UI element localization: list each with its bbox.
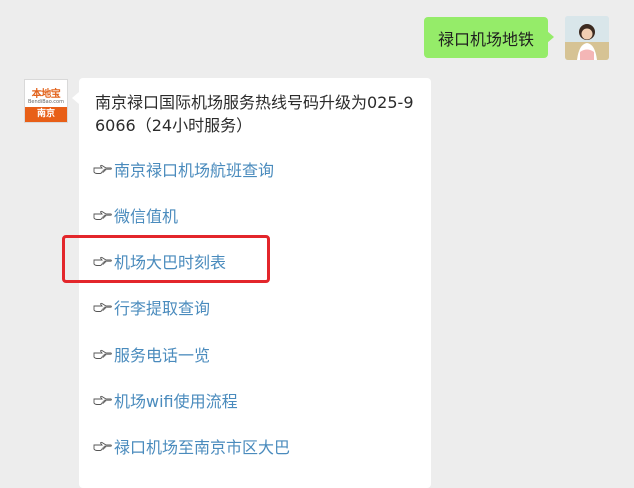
user-avatar-photo [565,16,609,60]
reply-intro-text: 南京禄口国际机场服务热线号码升级为025-96066（24小时服务） [95,93,414,135]
pointing-hand-icon [93,441,112,452]
pointing-hand-icon [93,164,112,175]
pointing-hand-icon [93,349,112,360]
link-label: 服务电话一览 [114,346,211,365]
link-airport-to-city-bus[interactable]: 禄口机场至南京市区大巴 [93,434,290,458]
official-account-avatar[interactable]: 本地宝 BendiBao.com 南京 [24,79,68,123]
link-service-phones[interactable]: 服务电话一览 [93,342,210,366]
link-label: 南京禄口机场航班查询 [114,161,275,180]
link-label: 机场wifi使用流程 [114,392,238,411]
link-label: 微信值机 [114,207,179,226]
link-flight-query[interactable]: 南京禄口机场航班查询 [93,157,274,181]
avatar-brand-text: 本地宝 [31,89,61,100]
avatar-city-text: 南京 [25,107,67,122]
incoming-message-bubble: 南京禄口国际机场服务热线号码升级为025-96066（24小时服务） 南京禄口机… [72,78,431,488]
highlight-annotation-box [62,235,270,283]
user-avatar[interactable] [565,16,609,60]
link-label: 禄口机场至南京市区大巴 [114,438,291,457]
pointing-hand-icon [93,302,112,313]
pointing-hand-icon [93,395,112,406]
link-wechat-checkin[interactable]: 微信值机 [93,203,178,227]
outgoing-message-bubble[interactable]: 禄口机场地铁 [424,17,555,58]
pointing-hand-icon [93,210,112,221]
link-label: 行李提取查询 [114,299,211,318]
outgoing-message-text: 禄口机场地铁 [438,29,535,49]
link-airport-wifi[interactable]: 机场wifi使用流程 [93,388,238,412]
avatar-site-text: BendiBao.com [28,99,64,105]
link-baggage-claim[interactable]: 行李提取查询 [93,295,210,319]
